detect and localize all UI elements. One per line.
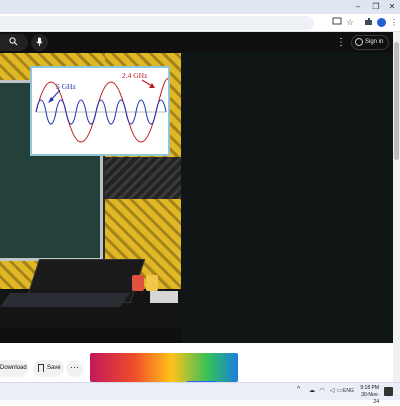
search-icon (9, 37, 18, 46)
video-actions: Download Save ··· (0, 343, 393, 386)
sign-in-label: Sign in (365, 39, 384, 45)
profile-icon[interactable] (375, 17, 387, 29)
more-actions-button[interactable]: ··· (66, 360, 83, 377)
laptop-keyboard (0, 293, 130, 307)
search-button[interactable] (0, 34, 28, 51)
video-frame[interactable]: 5 GHz 2.4 GHz (0, 53, 181, 328)
close-button[interactable]: ✕ (384, 0, 400, 14)
scroll-thumb[interactable] (394, 42, 399, 160)
clock-date: 30-Nov-24 (361, 392, 379, 405)
cast-icon[interactable] (331, 17, 343, 29)
extensions-icon[interactable] (362, 17, 374, 29)
user-icon (355, 38, 363, 46)
frequency-diagram: 5 GHz 2.4 GHz (30, 66, 170, 156)
browser-menu-icon[interactable]: ⋮ (388, 17, 400, 29)
label-2-4ghz: 2.4 GHz (122, 71, 148, 80)
address-bar[interactable] (0, 16, 314, 30)
maximize-button[interactable]: ❐ (368, 0, 384, 14)
video-letterbox (181, 53, 393, 343)
dark-foam-panel (105, 157, 181, 199)
ad-banner[interactable] (90, 353, 238, 382)
browser-toolbar: ☆ ⋮ (0, 14, 400, 32)
notification-icon[interactable] (384, 387, 393, 396)
save-label: Save (47, 365, 61, 371)
clock-time: 9:18 PM (360, 385, 379, 391)
clock[interactable]: 9:18 PM 30-Nov-24 (357, 385, 379, 406)
save-button[interactable]: Save (33, 360, 64, 377)
yellow-cup (146, 275, 158, 291)
tray-overflow-icon[interactable]: ^ (297, 386, 300, 393)
settings-more-icon[interactable]: ⋮ (336, 35, 346, 50)
microphone-icon (36, 37, 43, 46)
wifi-icon[interactable]: ◠ (318, 387, 326, 395)
red-cup (132, 275, 144, 291)
paper (150, 291, 178, 303)
youtube-header: ⋮ Sign in (0, 32, 393, 53)
video-player[interactable]: 5 GHz 2.4 GHz (0, 53, 393, 343)
language-indicator[interactable]: ENG (343, 388, 354, 394)
onedrive-icon[interactable]: ☁ (308, 387, 316, 395)
download-button[interactable]: Download (0, 360, 28, 377)
window-title-bar: – ❐ ✕ (0, 0, 400, 14)
sign-in-button[interactable]: Sign in (351, 35, 389, 50)
download-label: Download (0, 365, 27, 371)
page-scrollbar[interactable] (393, 32, 400, 382)
minimize-button[interactable]: – (350, 0, 366, 14)
windows-taskbar: ^ ☁ ◠ ◁ ▭ ENG 9:18 PM 30-Nov-24 (0, 382, 400, 405)
volume-icon[interactable]: ◁ (328, 387, 336, 395)
label-5ghz: 5 GHz (56, 82, 76, 91)
save-icon (38, 364, 44, 372)
bookmark-star-icon[interactable]: ☆ (344, 17, 356, 29)
voice-search-button[interactable] (31, 34, 48, 51)
